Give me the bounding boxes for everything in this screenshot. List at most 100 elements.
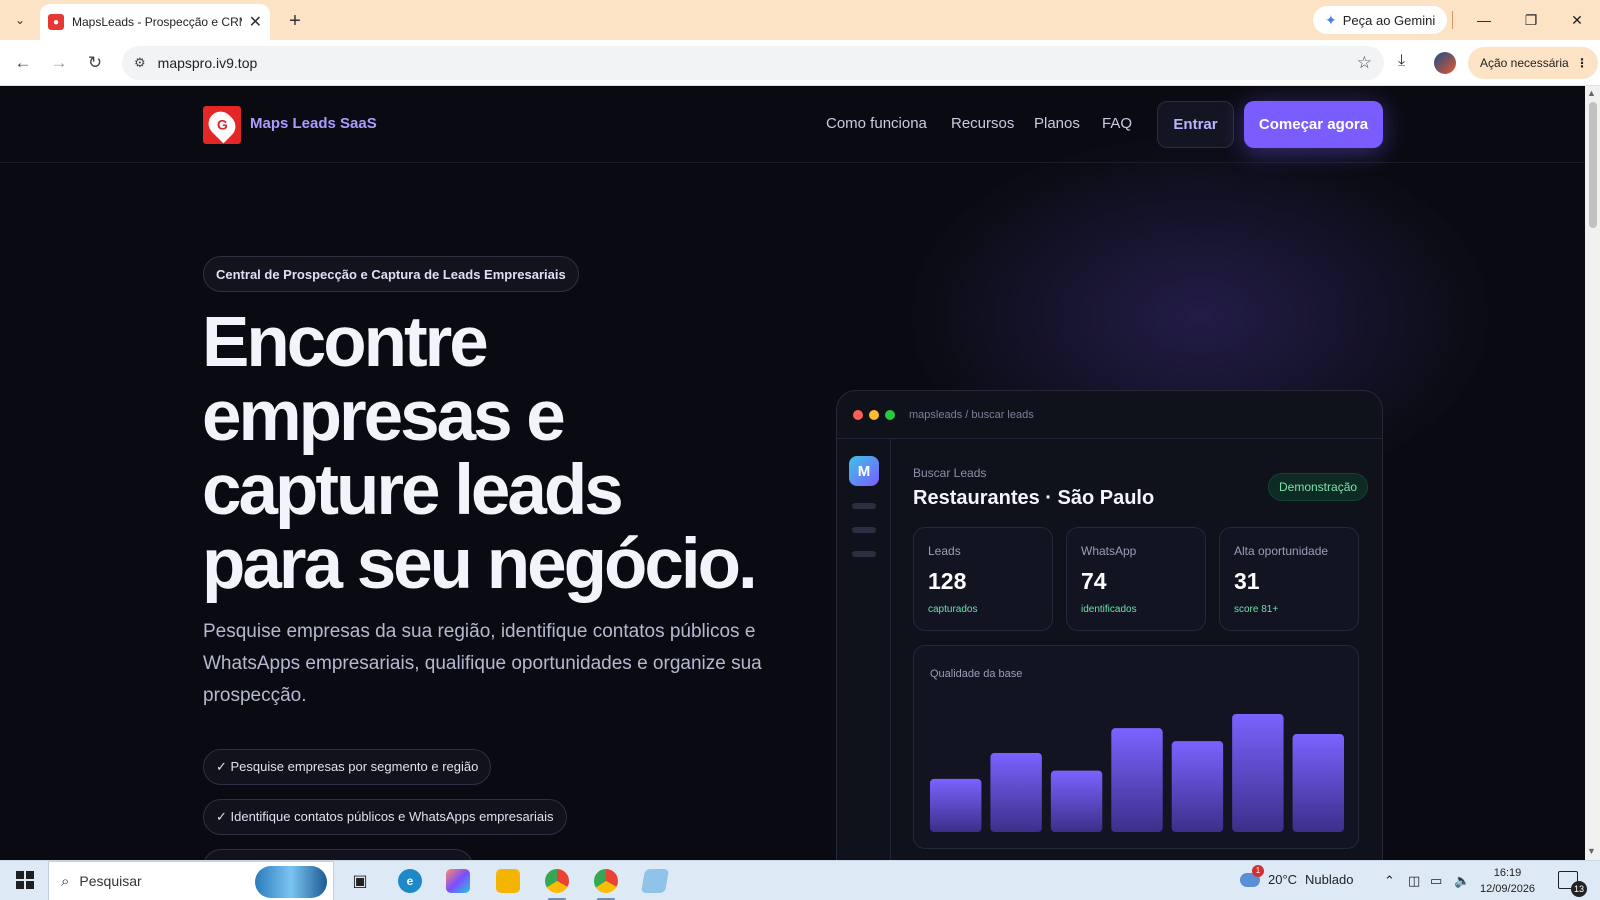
quality-bar <box>1292 734 1344 832</box>
browser-tab-active[interactable]: ● MapsLeads - Prospecção e CRM ✕ <box>40 4 270 40</box>
stat-value: 128 <box>928 568 967 594</box>
hero-badge: Central de Prospecção e Captura de Leads… <box>203 256 579 292</box>
hero-description: Pesquise empresas da sua região, identif… <box>203 621 762 706</box>
meet-now-icon[interactable]: ◫ <box>1408 873 1420 889</box>
scrollbar-thumb[interactable] <box>1589 102 1597 228</box>
cloud-icon: 1 <box>1240 864 1264 887</box>
gemini-sparkle-icon: ✦ <box>1325 11 1337 28</box>
stat-value: 74 <box>1081 568 1107 594</box>
stat-sub: identificados <box>1081 604 1137 615</box>
preview-window-bar: mapsleads / buscar leads <box>837 391 1382 439</box>
stat-value: 31 <box>1234 568 1260 594</box>
quality-bar <box>990 752 1042 832</box>
forward-icon[interactable]: → <box>46 50 72 76</box>
windows-taskbar: ⌕ Pesquisar ▣ e 1 20°C Nublado ⌃ ◫ ▭ 🔈 1… <box>0 860 1600 900</box>
preview-avatar: M <box>849 456 879 486</box>
login-button[interactable]: Entrar <box>1157 101 1234 148</box>
action-required-label: Ação necessária <box>1480 56 1569 70</box>
window-dot-yellow <box>869 409 879 420</box>
page-scrollbar[interactable]: ▲ ▼ <box>1585 86 1600 860</box>
gemini-label: Peça ao Gemini <box>1342 12 1436 28</box>
omnibox[interactable]: ⚙ mapspro.iv9.top ☆ <box>122 46 1384 80</box>
quality-bar <box>930 778 982 832</box>
preview-path: mapsleads / buscar leads <box>909 408 1034 421</box>
task-view-icon[interactable]: ▣ <box>348 869 372 893</box>
window-close-icon[interactable]: ✕ <box>1563 8 1591 32</box>
edge-icon[interactable]: e <box>398 869 422 893</box>
notification-count: 13 <box>1571 881 1587 897</box>
logo-pin-icon[interactable]: G <box>203 106 241 144</box>
tab-close-icon[interactable]: ✕ <box>249 12 262 32</box>
network-icon[interactable]: ▭ <box>1430 873 1442 889</box>
hero-title-line: empresas e <box>202 377 566 456</box>
reload-icon[interactable]: ↻ <box>82 50 108 76</box>
quality-bar <box>1232 714 1284 832</box>
hero-title-line: capture leads <box>202 451 624 530</box>
hero-title-line: para seu negócio. <box>202 525 758 604</box>
weather-desc: Nublado <box>1305 872 1354 887</box>
browser-tab-bar: ⌄ ● MapsLeads - Prospecção e CRM ✕ + ✦ P… <box>0 0 1600 40</box>
scroll-down-icon[interactable]: ▼ <box>1587 846 1596 856</box>
nav-link-recursos[interactable]: Recursos <box>951 115 1014 132</box>
copilot-icon[interactable] <box>446 869 470 893</box>
tab-title: MapsLeads - Prospecção e CRM <box>72 15 242 29</box>
page-viewport: G Maps Leads SaaS Como funciona Recursos… <box>0 86 1585 860</box>
new-tab-button[interactable]: + <box>282 8 308 34</box>
stat-card-leads: Leads 128 capturados <box>913 527 1053 631</box>
gemini-button[interactable]: ✦ Peça ao Gemini <box>1313 6 1448 34</box>
file-explorer-icon[interactable] <box>496 869 520 893</box>
weather-temp: 20°C <box>1268 872 1298 887</box>
clock-time: 16:19 <box>1493 867 1522 879</box>
quality-bar-chart <box>930 714 1344 832</box>
chrome-icon[interactable] <box>545 869 569 893</box>
site-header: G Maps Leads SaaS Como funciona Recursos… <box>0 86 1585 163</box>
url-text[interactable]: mapspro.iv9.top <box>158 55 258 71</box>
back-icon[interactable]: ← <box>10 50 36 76</box>
sidebar-placeholder-line <box>852 551 876 557</box>
nav-link-como-funciona[interactable]: Como funciona <box>826 115 927 132</box>
tab-list-icon[interactable]: ⌄ <box>6 6 34 34</box>
notification-center-icon[interactable]: 13 <box>1558 871 1587 897</box>
get-started-button[interactable]: Começar agora <box>1244 101 1383 148</box>
stat-sub: capturados <box>928 604 978 615</box>
brand-name[interactable]: Maps Leads SaaS <box>250 115 377 132</box>
tab-favicon-icon: ● <box>48 14 64 30</box>
hero-title: Encontre empresas e capture leads para s… <box>202 306 802 602</box>
site-info-icon[interactable]: ⚙ <box>134 55 146 71</box>
windows-start-icon[interactable] <box>16 871 34 889</box>
volume-icon[interactable]: 🔈 <box>1454 873 1470 889</box>
nav-link-faq[interactable]: FAQ <box>1102 115 1132 132</box>
taskbar-clock[interactable]: 16:19 12/09/2026 <box>1480 865 1535 897</box>
feature-pill: ✓ Identifique contatos públicos e WhatsA… <box>203 799 567 835</box>
weather-widget[interactable]: 1 20°C Nublado <box>1240 864 1354 887</box>
bookmark-star-icon[interactable]: ☆ <box>1357 53 1372 73</box>
quality-bar <box>1050 770 1103 832</box>
more-menu-icon[interactable]: ⋮ <box>1576 56 1588 70</box>
taskbar-search-placeholder: Pesquisar <box>79 873 142 889</box>
stat-card-high-opportunity: Alta oportunidade 31 score 81+ <box>1219 527 1359 631</box>
restore-icon[interactable]: ❐ <box>1517 8 1545 32</box>
preview-heading: Restaurantes · São Paulo <box>913 487 1155 509</box>
address-bar-row: ← → ↻ ⚙ mapspro.iv9.top ☆ ⤓ Ação necessá… <box>0 40 1600 86</box>
weather-badge: 1 <box>1252 864 1264 877</box>
taskbar-search[interactable]: ⌕ Pesquisar <box>48 861 334 900</box>
feature-pill: ✓ Pesquise empresas por segmento e regiã… <box>203 749 492 785</box>
window-dot-green <box>885 409 895 420</box>
stat-label: Leads <box>928 544 961 558</box>
preview-section-label: Buscar Leads <box>913 466 987 480</box>
clock-date: 12/09/2026 <box>1480 883 1536 895</box>
notepad-icon[interactable] <box>640 869 670 893</box>
nav-link-planos[interactable]: Planos <box>1034 115 1080 132</box>
sidebar-placeholder-line <box>852 527 876 533</box>
download-icon[interactable]: ⤓ <box>1398 52 1405 70</box>
quality-bar <box>1111 728 1163 832</box>
quality-bar <box>1171 741 1224 832</box>
feature-pill-partial <box>203 849 473 860</box>
chart-title: Qualidade da base <box>930 668 1023 680</box>
chrome-profile-icon[interactable] <box>594 869 618 893</box>
minimize-icon[interactable]: — <box>1470 8 1498 32</box>
profile-avatar[interactable] <box>1434 52 1456 74</box>
tray-chevron-icon[interactable]: ⌃ <box>1384 873 1395 889</box>
scroll-up-icon[interactable]: ▲ <box>1587 88 1596 98</box>
action-required-button[interactable]: Ação necessária ⋮ <box>1468 47 1598 79</box>
